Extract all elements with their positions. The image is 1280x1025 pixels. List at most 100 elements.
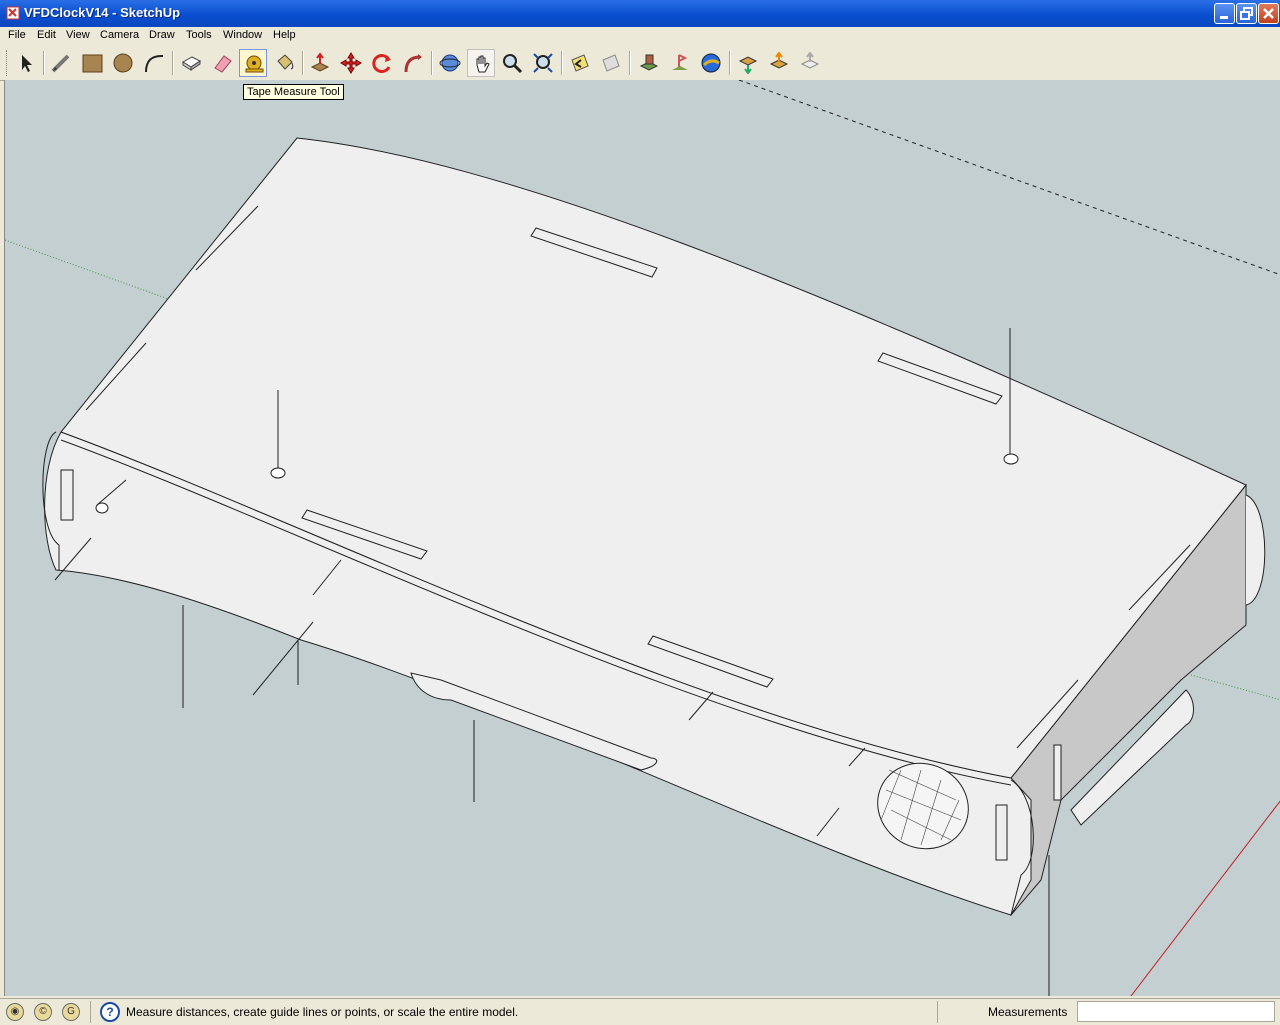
paint-bucket-icon: [277, 54, 294, 70]
pencil-icon: [51, 54, 70, 73]
menu-file[interactable]: File: [8, 29, 26, 41]
menu-camera[interactable]: Camera: [100, 29, 139, 41]
zoom-extents-tool[interactable]: [529, 49, 557, 77]
title-bar: VFDClockV14 - SketchUp: [0, 0, 1280, 27]
share-model-tool[interactable]: [765, 49, 793, 77]
move-tool[interactable]: [337, 49, 365, 77]
google-earth-tool[interactable]: [697, 49, 725, 77]
circle-tool[interactable]: [109, 49, 137, 77]
toolbar-grip[interactable]: [6, 50, 10, 76]
get-models-icon: [738, 56, 758, 74]
next-view-icon: [602, 54, 620, 72]
paint-bucket-tool[interactable]: [270, 49, 298, 77]
google-earth-icon: [701, 53, 721, 73]
minimize-button[interactable]: [1214, 3, 1235, 24]
toolbar-separator: [561, 51, 563, 75]
toolbar-separator: [629, 51, 631, 75]
window-title: VFDClockV14 - SketchUp: [24, 5, 181, 20]
push-pull-tool[interactable]: [306, 49, 334, 77]
screw-hole: [95, 502, 109, 514]
move-arrows-icon: [340, 52, 362, 74]
arc-tool[interactable]: [140, 49, 168, 77]
rotate-icon: [372, 54, 391, 73]
slot: [995, 804, 1008, 861]
tooltip: Tape Measure Tool: [243, 84, 344, 100]
help-icon[interactable]: ?: [100, 1002, 120, 1022]
terrain-icon: [672, 54, 688, 70]
menu-view[interactable]: View: [66, 29, 90, 41]
add-location-tool[interactable]: [635, 49, 663, 77]
restore-button[interactable]: [1236, 3, 1257, 24]
toolbar-separator: [302, 51, 304, 75]
measurements-box[interactable]: [1077, 1001, 1275, 1022]
arc-icon: [145, 54, 164, 73]
zoom-tool[interactable]: [498, 49, 526, 77]
measurements-label: Measurements: [988, 1005, 1068, 1019]
menu-bar: File Edit View Camera Draw Tools Window …: [0, 27, 1280, 46]
close-icon: [1263, 8, 1274, 19]
circle-icon: [113, 53, 133, 73]
slot: [60, 469, 74, 521]
line-tool[interactable]: [47, 49, 75, 77]
status-bar: ◉ © G ? Measure distances, create guide …: [0, 998, 1280, 1025]
arrow-select-icon: [22, 55, 32, 72]
minimize-icon: [1220, 16, 1228, 19]
green-axis: [5, 239, 172, 301]
status-divider: [937, 1001, 938, 1023]
red-axis: [1130, 800, 1280, 996]
next-view-tool[interactable]: [597, 49, 625, 77]
make-component-tool[interactable]: [177, 49, 205, 77]
toolbar: [0, 46, 1280, 81]
hand-icon: [476, 55, 490, 73]
screw-hole: [1003, 453, 1019, 465]
select-tool[interactable]: [12, 49, 40, 77]
screw-hole: [270, 467, 286, 479]
push-pull-icon: [310, 52, 330, 72]
credits-icon[interactable]: ©: [34, 1003, 52, 1021]
share-component-icon: [800, 52, 820, 69]
rectangle-tool[interactable]: [78, 49, 106, 77]
green-axis: [1190, 674, 1280, 701]
rectangle-icon: [82, 54, 103, 73]
orbit-icon: [439, 54, 461, 72]
toolbar-separator: [43, 51, 45, 75]
menu-help[interactable]: Help: [273, 29, 296, 41]
tape-measure-tool[interactable]: [239, 49, 267, 77]
rotate-tool[interactable]: [368, 49, 396, 77]
previous-view-tool[interactable]: [566, 49, 594, 77]
orbit-tool[interactable]: [436, 49, 464, 77]
menu-window[interactable]: Window: [223, 29, 262, 41]
get-models-tool[interactable]: [734, 49, 762, 77]
sketchup-app-icon: [6, 6, 20, 20]
toolbar-separator: [729, 51, 731, 75]
restore-icon: [1240, 7, 1253, 20]
google-sign-in-icon[interactable]: G: [62, 1003, 80, 1021]
menu-tools[interactable]: Tools: [186, 29, 212, 41]
component-icon: [182, 56, 201, 71]
toolbar-separator: [431, 51, 433, 75]
eraser-icon: [214, 55, 232, 73]
follow-me-icon: [404, 54, 422, 73]
blue-axis-dashed: [738, 80, 1280, 276]
pan-tool[interactable]: [467, 49, 495, 77]
magnifier-icon: [503, 54, 523, 74]
eraser-tool[interactable]: [208, 49, 236, 77]
tape-measure-icon: [245, 55, 264, 73]
model-drawing: [5, 80, 1280, 996]
follow-me-tool[interactable]: [399, 49, 427, 77]
share-model-icon: [769, 52, 789, 69]
menu-draw[interactable]: Draw: [149, 29, 175, 41]
toolbar-separator: [172, 51, 174, 75]
share-component-tool[interactable]: [796, 49, 824, 77]
status-hint: Measure distances, create guide lines or…: [126, 1005, 519, 1019]
end-cap: [1245, 494, 1266, 606]
previous-view-icon: [571, 54, 589, 72]
add-location-icon: [639, 54, 659, 71]
geo-location-icon[interactable]: ◉: [6, 1003, 24, 1021]
status-divider: [90, 1001, 91, 1023]
close-button[interactable]: [1258, 3, 1279, 24]
model-viewport[interactable]: [4, 80, 1280, 996]
menu-edit[interactable]: Edit: [37, 29, 56, 41]
slot: [1053, 744, 1062, 801]
toggle-terrain-tool[interactable]: [666, 49, 694, 77]
